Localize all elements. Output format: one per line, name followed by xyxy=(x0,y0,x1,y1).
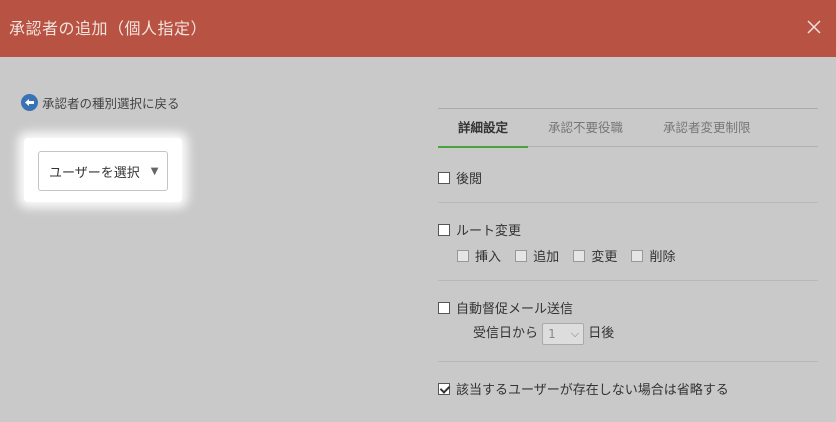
change-label: 変更 xyxy=(591,250,618,265)
route-change-label: ルート変更 xyxy=(456,224,522,239)
sub-option-delete[interactable]: 削除 xyxy=(631,246,675,265)
settings-tabs: 詳細設定 承認不要役職 承認者変更制限 xyxy=(438,109,818,148)
tab-detail-settings[interactable]: 詳細設定 xyxy=(438,109,529,148)
kouetsu-checkbox[interactable] xyxy=(438,171,450,184)
add-label: 追加 xyxy=(533,250,560,265)
dialog-title: 承認者の追加（個人指定） xyxy=(9,19,208,38)
reminder-days-row: 受信日から 1 ⌵ 日後 xyxy=(473,322,614,345)
reminder-days-select[interactable]: 1 ⌵ xyxy=(542,322,585,345)
back-link-label: 承認者の種別選択に戻る xyxy=(42,96,180,111)
reminder-days-value: 1 xyxy=(548,326,556,341)
insert-label: 挿入 xyxy=(475,250,502,265)
option-kouetsu[interactable]: 後閲 xyxy=(438,168,482,187)
back-to-approver-type-link[interactable]: 承認者の種別選択に戻る xyxy=(21,93,180,112)
divider xyxy=(438,280,818,281)
dropdown-arrow-icon: ▼ xyxy=(150,165,159,177)
user-select-label: ユーザーを選択 xyxy=(49,165,140,181)
kouetsu-label: 後閲 xyxy=(456,172,483,187)
arrow-left-icon xyxy=(21,94,38,111)
sub-option-change[interactable]: 変更 xyxy=(573,246,617,265)
divider xyxy=(438,202,818,203)
option-skip-missing[interactable]: 該当するユーザーが存在しない場合は省略する xyxy=(438,379,729,398)
divider xyxy=(438,361,818,362)
tab-approver-change-limit[interactable]: 承認者変更制限 xyxy=(643,109,771,147)
insert-checkbox[interactable] xyxy=(457,249,469,262)
auto-reminder-label: 自動督促メール送信 xyxy=(456,302,574,317)
skip-missing-label: 該当するユーザーが存在しない場合は省略する xyxy=(456,383,729,398)
close-icon[interactable] xyxy=(806,19,822,35)
auto-reminder-checkbox[interactable] xyxy=(438,301,450,314)
tab-no-approval-roles[interactable]: 承認不要役職 xyxy=(528,109,643,147)
change-checkbox[interactable] xyxy=(573,249,586,262)
user-select-highlight: ユーザーを選択 ▼ xyxy=(24,138,182,202)
delete-label: 削除 xyxy=(649,250,676,265)
chevron-down-icon: ⌵ xyxy=(570,326,580,340)
user-select-button[interactable]: ユーザーを選択 ▼ xyxy=(38,151,168,191)
add-checkbox[interactable] xyxy=(515,249,528,262)
sub-option-insert[interactable]: 挿入 xyxy=(457,246,501,265)
route-change-checkbox[interactable] xyxy=(438,223,450,236)
option-route-change[interactable]: ルート変更 xyxy=(438,220,521,239)
delete-checkbox[interactable] xyxy=(631,249,644,262)
option-auto-reminder[interactable]: 自動督促メール送信 xyxy=(438,298,573,317)
dialog-header: 承認者の追加（個人指定） xyxy=(0,0,836,57)
reminder-prefix: 受信日から xyxy=(473,326,539,341)
sub-option-add[interactable]: 追加 xyxy=(515,246,559,265)
reminder-suffix: 日後 xyxy=(588,326,615,341)
skip-missing-checkbox[interactable] xyxy=(438,382,450,395)
route-change-sub-options: 挿入 追加 変更 削除 xyxy=(457,246,685,265)
